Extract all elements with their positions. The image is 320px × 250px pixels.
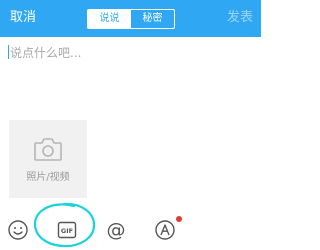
svg-text:GIF: GIF (61, 227, 73, 235)
text-caret (8, 45, 9, 59)
compose-post-screen: 取消 说说 秘密 发表 说点什么吧... 照片/视频 GIF @ (0, 0, 261, 250)
mention-button[interactable]: @ (104, 218, 128, 242)
post-text-placeholder: 说点什么吧... (10, 46, 82, 60)
font-style-button[interactable] (153, 218, 177, 242)
camera-icon (34, 138, 62, 161)
compose-toolbar: GIF @ (0, 210, 261, 250)
add-photo-video-button[interactable]: 照片/视频 (9, 120, 87, 198)
header-bar: 取消 说说 秘密 发表 (0, 0, 261, 37)
font-style-icon (155, 220, 175, 240)
svg-text:@: @ (107, 219, 126, 241)
tab-shuoshuo[interactable]: 说说 (88, 10, 131, 28)
gif-button[interactable]: GIF (55, 218, 79, 242)
tab-secret[interactable]: 秘密 (131, 10, 174, 28)
new-badge-dot (176, 216, 182, 222)
post-type-tabs: 说说 秘密 (87, 9, 175, 29)
emoji-button[interactable] (6, 218, 30, 242)
publish-button[interactable]: 发表 (227, 10, 253, 26)
media-picker-label: 照片/视频 (26, 172, 70, 183)
gif-icon: GIF (57, 221, 77, 239)
emoji-icon (8, 220, 28, 240)
at-icon: @ (107, 219, 126, 241)
post-text-input[interactable]: 说点什么吧... (8, 44, 253, 104)
cancel-button[interactable]: 取消 (10, 10, 36, 26)
